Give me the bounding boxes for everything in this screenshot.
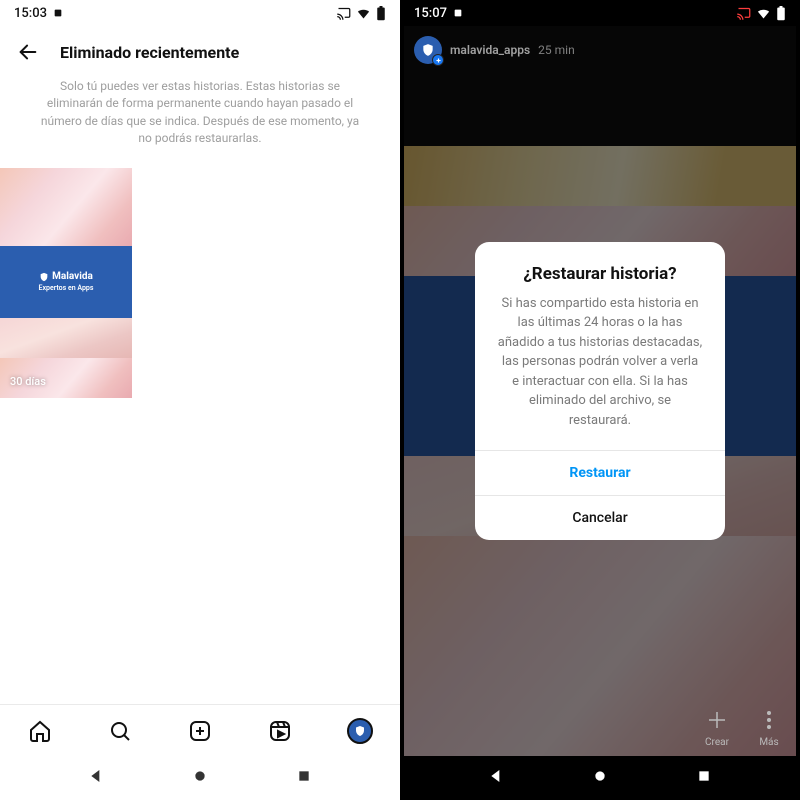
nav-home[interactable] [592,768,608,788]
tab-reels[interactable] [266,717,294,745]
wifi-icon [356,6,371,21]
story-viewer[interactable]: malavida_apps 25 min Crear Más ¿Restaura… [404,26,796,756]
shield-icon [39,272,49,282]
restore-dialog: ¿Restaurar historia? Si has compartido e… [475,242,725,541]
nav-home[interactable] [192,768,208,788]
back-button[interactable] [16,40,40,64]
dialog-title: ¿Restaurar historia? [475,242,725,294]
profile-avatar-icon [347,718,373,744]
nav-recents[interactable] [696,768,712,788]
nav-back[interactable] [488,768,504,788]
system-nav-bar [400,756,800,800]
status-time: 15:07 [414,6,447,21]
screenshot-recently-deleted: 15:03 Eliminado recientemente Solo tú pu… [0,0,400,800]
notification-icon [453,8,463,18]
system-nav-bar [0,756,400,800]
brand-name: Malavida [52,271,93,282]
wifi-icon [756,6,771,21]
header: Eliminado recientemente [0,26,400,74]
status-bar: 15:03 [0,0,400,26]
story-grid: Malavida Expertos en Apps 30 días [0,168,400,398]
notification-icon [53,8,63,18]
bottom-tab-bar [0,704,400,756]
dialog-scrim[interactable]: ¿Restaurar historia? Si has compartido e… [404,26,796,756]
days-remaining-label: 30 días [10,375,46,388]
nav-back[interactable] [88,768,104,788]
cast-icon [736,6,751,21]
battery-icon [376,6,386,21]
brand-banner: Malavida Expertos en Apps [0,246,132,318]
status-bar: 15:07 [400,0,800,26]
status-time: 15:03 [14,6,47,21]
tab-search[interactable] [106,717,134,745]
deleted-story-thumbnail[interactable]: Malavida Expertos en Apps 30 días [0,168,132,398]
tab-profile[interactable] [346,717,374,745]
tab-create[interactable] [186,717,214,745]
battery-icon [776,6,786,21]
screenshot-restore-dialog: 15:07 [400,0,800,800]
restore-button[interactable]: Restaurar [475,450,725,495]
tab-home[interactable] [26,717,54,745]
brand-tagline: Expertos en Apps [39,284,94,292]
cast-icon [336,6,351,21]
cancel-button[interactable]: Cancelar [475,495,725,540]
dialog-body: Si has compartido esta historia en las ú… [475,294,725,451]
nav-recents[interactable] [296,768,312,788]
page-title: Eliminado recientemente [60,43,239,62]
page-subtitle: Solo tú puedes ver estas historias. Esta… [0,74,400,168]
